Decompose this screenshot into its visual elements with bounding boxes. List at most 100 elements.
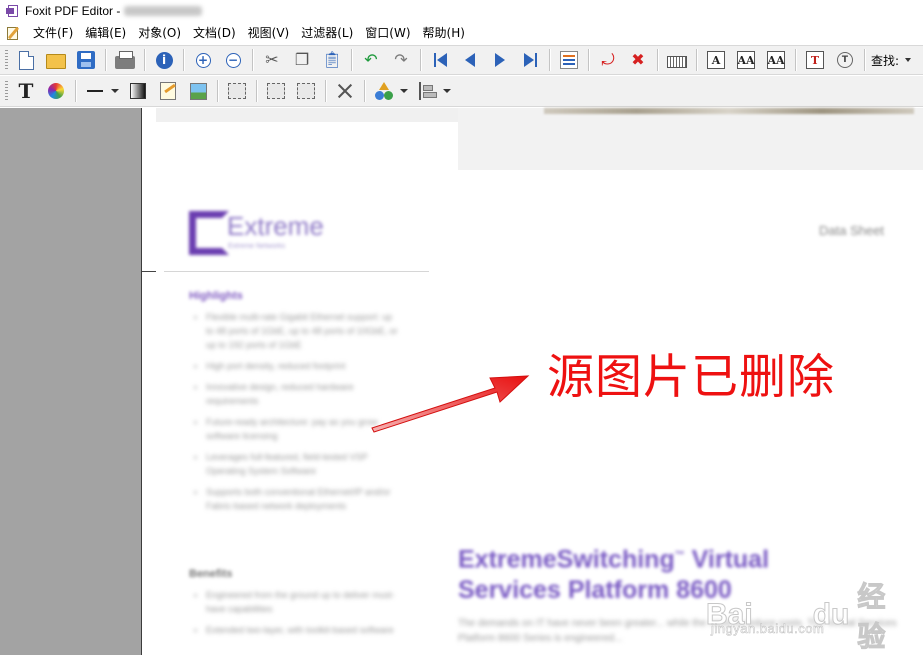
line-style-dropdown-icon[interactable] [111,89,119,93]
distribute-objects-icon [297,83,315,99]
add-text-icon: T [18,79,34,103]
logo-text: Extreme [227,210,324,241]
product-title-line2: Services Platform 8600 [458,576,732,605]
cut-button[interactable]: ✂ [260,48,284,72]
pane-divider[interactable] [142,108,156,655]
watermark-brand: Bai du 经验 [706,575,906,655]
undo-button[interactable]: ↶ [359,48,383,72]
document-info-button[interactable]: i [152,48,176,72]
gradient-button[interactable] [126,79,150,103]
cut-icon: ✂ [265,50,279,69]
zoom-out-button[interactable]: − [221,48,245,72]
text-frame-button[interactable]: T [803,48,827,72]
redo-button[interactable]: ↷ [389,48,413,72]
toolbar-grip[interactable] [5,50,8,70]
add-text-button[interactable]: T [14,79,38,103]
menu-window[interactable]: 窗口(W) [360,24,417,41]
line-icon [87,90,103,92]
text-tool-button[interactable]: A [704,48,728,72]
text-grid-button[interactable]: AA [764,48,788,72]
watermark-jingyan: 经验 [857,580,886,654]
extreme-logo-mark [187,209,229,255]
info-icon: i [155,51,173,69]
toolbar-separator [217,80,218,102]
baidu-watermark: Bai du 经验 jingyan.baidu.com [706,555,906,654]
menu-file[interactable]: 文件(F) [28,24,80,41]
color-button[interactable] [44,79,68,103]
navigation-pane[interactable] [0,108,142,655]
zoom-out-icon: − [225,52,241,68]
object-target-button[interactable]: T [833,48,857,72]
object-target-icon: T [837,52,853,68]
window-title: Foxit PDF Editor - [25,4,121,18]
highlights-list: Flexible multi-rate Gigabit Ethernet sup… [186,310,401,520]
annotation-text: 源图片已删除 [547,350,835,405]
insert-image-button[interactable] [186,79,210,103]
line-style-button[interactable] [83,79,107,103]
main-toolbar: i + − ✂ ❐ 📋︎ ↶ ↷ ⤾ ✖ A AA AA T T 查找: [0,45,923,75]
copy-icon: ❐ [294,50,310,69]
document-edit-icon[interactable] [6,25,22,41]
alignment-button[interactable] [415,79,439,103]
menu-document[interactable]: 文档(D) [188,24,243,41]
gradient-icon [130,83,146,99]
toolbar-separator [351,49,352,71]
keyboard-button[interactable] [665,48,689,72]
alignment-dropdown-icon[interactable] [443,89,451,93]
toolbar-separator [864,49,865,71]
list-item: Future-ready architecture: pay as you gr… [186,415,401,443]
rotate-page-button[interactable]: ⤾ [596,48,620,72]
menu-bar: 文件(F) 编辑(E) 对象(O) 文档(D) 视图(V) 过滤器(L) 窗口(… [0,22,923,43]
tools-button[interactable] [333,79,357,103]
toolbar-grip[interactable] [5,81,8,101]
align-objects-button[interactable] [264,79,288,103]
first-page-button[interactable] [428,48,452,72]
previous-page-icon [465,53,475,67]
copy-button[interactable]: ❐ [290,48,314,72]
keyboard-icon [667,56,687,68]
product-title-line1: ExtremeSwitching [458,545,675,574]
save-button[interactable] [74,48,98,72]
paste-icon: 📋︎ [321,50,343,69]
shapes-button[interactable] [372,79,396,103]
header-photo [458,108,923,170]
logo-tagline: Extreme Networks [228,243,286,250]
zoom-in-button[interactable]: + [191,48,215,72]
shapes-dropdown-icon[interactable] [400,89,408,93]
new-document-button[interactable] [14,48,38,72]
extreme-logo: Extreme [187,209,324,255]
edit-content-icon [160,82,176,100]
menu-object[interactable]: 对象(O) [133,24,188,41]
menu-help[interactable]: 帮助(H) [418,24,472,41]
delete-page-button[interactable]: ✖ [626,48,650,72]
toolbar-separator [105,49,106,71]
text-grid-icon: AA [767,51,785,69]
menu-edit[interactable]: 编辑(E) [80,24,133,41]
previous-page-button[interactable] [458,48,482,72]
edit-content-button[interactable] [156,79,180,103]
tools-icon [336,82,354,100]
undo-icon: ↶ [364,50,378,69]
paste-button[interactable]: 📋︎ [320,48,344,72]
next-page-button[interactable] [488,48,512,72]
find-dropdown-icon[interactable] [905,58,912,62]
select-group-button[interactable] [225,79,249,103]
menu-view[interactable]: 视图(V) [243,24,297,41]
toolbar-separator [183,49,184,71]
open-button[interactable] [44,48,68,72]
highlights-heading: Highlights [189,290,243,302]
distribute-objects-button[interactable] [294,79,318,103]
insert-image-icon [189,82,207,100]
print-button[interactable] [113,48,137,72]
toolbar-separator [325,80,326,102]
text-spacing-button[interactable]: AA [734,48,758,72]
last-page-button[interactable] [518,48,542,72]
toolbar-separator [420,49,421,71]
toolbar-separator [657,49,658,71]
text-spacing-icon: AA [737,51,755,69]
page-properties-button[interactable] [557,48,581,72]
toolbar-separator [75,80,76,102]
alignment-icon [419,82,437,100]
select-group-icon [228,83,246,99]
menu-filter[interactable]: 过滤器(L) [296,24,360,41]
